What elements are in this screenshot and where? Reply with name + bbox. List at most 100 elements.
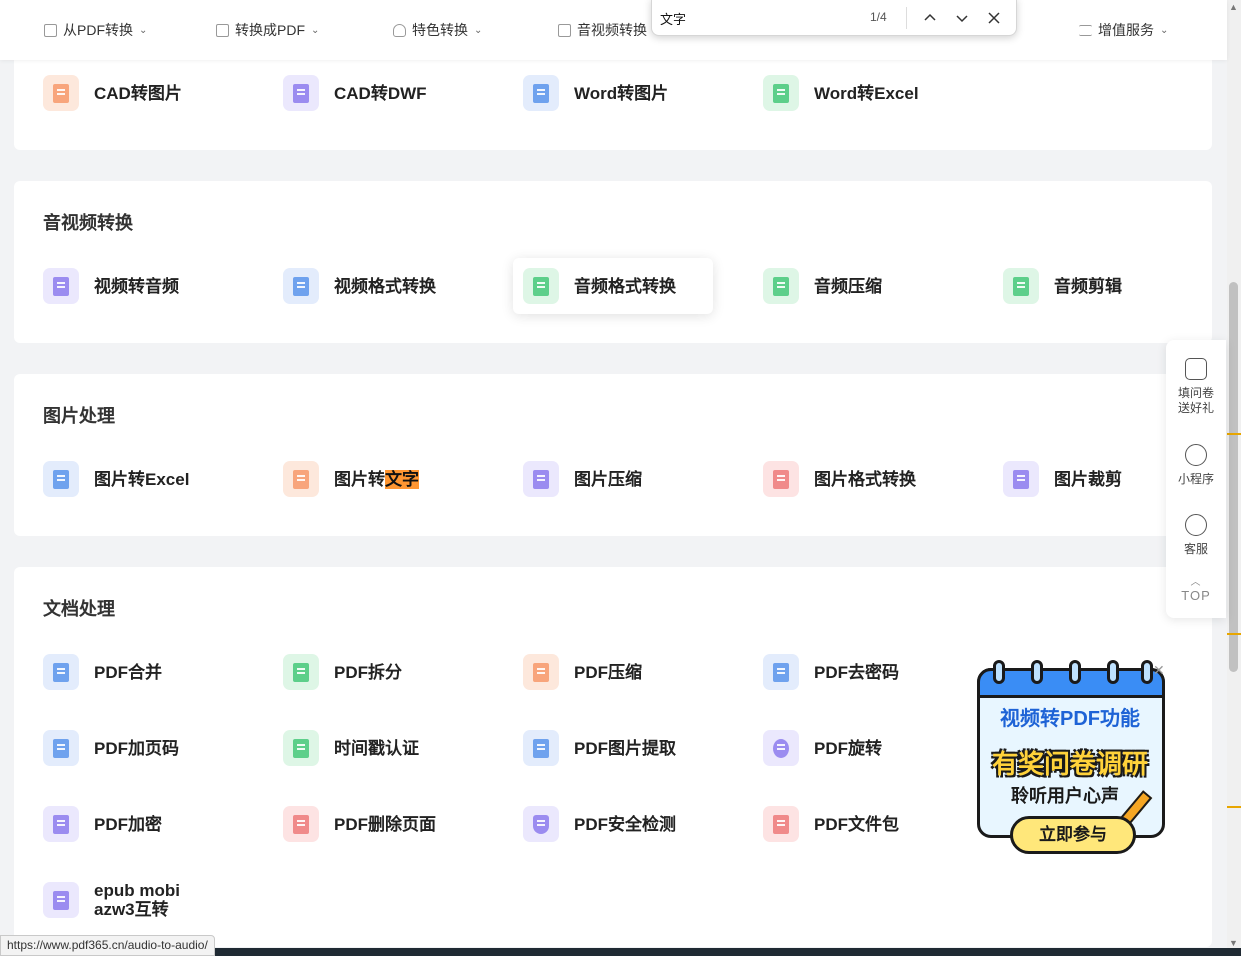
chevron-down-icon[interactable] <box>949 5 975 31</box>
page-number-icon <box>43 730 79 766</box>
word-file-icon <box>523 75 559 111</box>
tool-pdf-encrypt[interactable]: PDF加密 <box>43 796 243 852</box>
tool-label-prefix: 图片转 <box>334 469 385 489</box>
top-nav: 从PDF转换 ⌄ 转换成PDF ⌄ 特色转换 ⌄ 音视频转换 增值服务 ⌄ <box>0 0 1227 60</box>
section-cad: CAD转图片 CAD转DWF Word转图片 Word转Excel <box>14 50 1212 150</box>
unlock-icon <box>763 654 799 690</box>
tool-word-to-image[interactable]: Word转图片 <box>523 65 723 121</box>
tool-label: 音频剪辑 <box>1054 276 1122 296</box>
tool-label: PDF加页码 <box>94 738 179 758</box>
nav-from-pdf[interactable]: 从PDF转换 ⌄ <box>44 20 147 40</box>
close-icon[interactable]: ✕ <box>1153 662 1165 679</box>
nav-label: 转换成PDF <box>235 22 305 38</box>
tool-video-to-audio[interactable]: 视频转音频 <box>43 258 243 314</box>
tool-image-to-text[interactable]: 图片转文字 <box>283 451 483 507</box>
tool-pdf-merge[interactable]: PDF合并 <box>43 644 243 700</box>
rotate-icon <box>763 730 799 766</box>
tool-cad-to-image[interactable]: CAD转图片 <box>43 65 243 121</box>
ring-icon <box>1069 660 1081 684</box>
nav-to-pdf[interactable]: 转换成PDF ⌄ <box>216 20 319 40</box>
back-to-top-button[interactable]: ︿ TOP <box>1166 578 1226 604</box>
survey-icon <box>1185 358 1207 380</box>
nav-label: 从PDF转换 <box>63 22 133 38</box>
tool-label: 视频格式转换 <box>334 276 436 296</box>
tool-epub-mobi[interactable]: epub mobi azw3互转 <box>43 872 243 928</box>
tool-pdf-unlock[interactable]: PDF去密码 <box>763 644 963 700</box>
tool-video-format[interactable]: 视频格式转换 <box>283 258 483 314</box>
find-match-marker <box>1227 433 1241 435</box>
menu-icon <box>1079 24 1092 36</box>
nav-label: 增值服务 <box>1098 22 1154 38</box>
scroll-down-icon[interactable]: ▼ <box>1229 938 1238 948</box>
tool-pdf-compress[interactable]: PDF压缩 <box>523 644 723 700</box>
section-image: 图片处理 图片转Excel 图片转文字 图片压缩 图片格式转换 图片裁剪 <box>14 374 1212 536</box>
tool-pdf-package[interactable]: PDF文件包 <box>763 796 963 852</box>
scroll-up-icon[interactable]: ▲ <box>1229 2 1238 12</box>
tool-pdf-split[interactable]: PDF拆分 <box>283 644 483 700</box>
timestamp-icon <box>283 730 319 766</box>
nav-value-added[interactable]: 增值服务 ⌄ <box>1079 20 1168 40</box>
scrollbar-thumb[interactable] <box>1229 282 1238 672</box>
tool-label: PDF安全检测 <box>574 814 676 834</box>
tool-pdf-rotate[interactable]: PDF旋转 <box>763 720 963 776</box>
scissors-icon <box>1003 268 1039 304</box>
ring-icon <box>1031 660 1043 684</box>
tool-label: 图片转Excel <box>94 469 190 489</box>
nav-special[interactable]: 特色转换 ⌄ <box>393 20 482 40</box>
audio-compress-icon <box>763 268 799 304</box>
media-icon <box>558 23 571 37</box>
chevron-down-icon: ⌄ <box>1160 24 1169 36</box>
tool-cad-to-dwf[interactable]: CAD转DWF <box>283 65 483 121</box>
compress-icon <box>523 654 559 690</box>
join-button[interactable]: 立即参与 <box>1010 816 1136 854</box>
sidebar-label: 客服 <box>1183 542 1208 556</box>
chevron-up-icon[interactable] <box>917 5 943 31</box>
tool-audio-compress[interactable]: 音频压缩 <box>763 258 963 314</box>
tool-audio-cut[interactable]: 音频剪辑 <box>1003 258 1203 314</box>
text-image-icon <box>283 461 319 497</box>
video-convert-icon <box>283 268 319 304</box>
tool-audio-format[interactable]: 音频格式转换 <box>513 258 713 314</box>
find-highlight: 文字 <box>385 469 419 489</box>
find-bar: 文字 1/4 <box>651 0 1017 36</box>
find-match-marker <box>1227 633 1241 635</box>
crop-icon <box>1003 461 1039 497</box>
tool-label: 时间戳认证 <box>334 738 419 758</box>
image-file-icon <box>43 75 79 111</box>
section-title: 图片处理 <box>43 406 115 426</box>
tool-pdf-page-number[interactable]: PDF加页码 <box>43 720 243 776</box>
tool-pdf-image-extract[interactable]: PDF图片提取 <box>523 720 723 776</box>
survey-promo[interactable]: ✕ 视频转PDF功能 有奖问卷调研 聆听用户心声 立即参与 <box>975 660 1170 858</box>
tool-label: PDF压缩 <box>574 662 642 682</box>
sidebar-service[interactable]: 客服 <box>1166 514 1226 557</box>
tool-label: 图片转文字 <box>334 469 419 489</box>
dwf-file-icon <box>283 75 319 111</box>
sidebar-survey[interactable]: 填问卷送好礼 <box>1166 358 1226 416</box>
tool-label: PDF去密码 <box>814 662 899 682</box>
tool-pdf-delete-pages[interactable]: PDF删除页面 <box>283 796 483 852</box>
tool-label: PDF旋转 <box>814 738 882 758</box>
tool-label: PDF拆分 <box>334 662 402 682</box>
tool-word-to-excel[interactable]: Word转Excel <box>763 65 963 121</box>
chevron-down-icon: ⌄ <box>311 24 320 36</box>
promo-line2: 有奖问卷调研 <box>991 749 1148 779</box>
find-input[interactable]: 文字 <box>660 9 686 28</box>
sidebar-miniprogram[interactable]: 小程序 <box>1166 444 1226 487</box>
nav-label: 特色转换 <box>412 22 468 38</box>
tool-label: epub mobi azw3互转 <box>94 881 180 919</box>
tool-label: 图片裁剪 <box>1054 469 1122 489</box>
ring-icon <box>1141 660 1153 684</box>
tool-pdf-security-check[interactable]: PDF安全检测 <box>523 796 723 852</box>
tool-image-format[interactable]: 图片格式转换 <box>763 451 963 507</box>
close-icon[interactable] <box>981 5 1007 31</box>
status-url: https://www.pdf365.cn/audio-to-audio/ <box>0 935 215 956</box>
tool-image-compress[interactable]: 图片压缩 <box>523 451 723 507</box>
music-icon <box>523 268 559 304</box>
nav-av[interactable]: 音视频转换 <box>558 20 647 40</box>
delete-page-icon <box>283 806 319 842</box>
excel-image-icon <box>43 461 79 497</box>
tool-image-to-excel[interactable]: 图片转Excel <box>43 451 243 507</box>
section-title: 文档处理 <box>43 599 115 619</box>
sidebar-label: TOP <box>1181 588 1211 603</box>
tool-timestamp[interactable]: 时间戳认证 <box>283 720 483 776</box>
